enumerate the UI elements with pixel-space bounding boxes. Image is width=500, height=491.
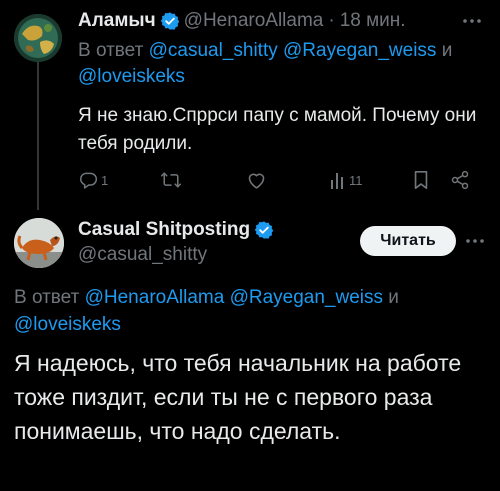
reply-text: Я не знаю.Спррси папу с мамой. Почему он… [78, 105, 477, 154]
reply-button[interactable]: 1 [78, 166, 108, 194]
retweet-button[interactable] [160, 166, 182, 194]
share-icon [450, 170, 470, 190]
mention-link[interactable]: @loveiskeks [78, 66, 185, 87]
mention-link[interactable]: @casual_shitty [149, 40, 278, 61]
reply-to-prefix: В ответ [78, 40, 144, 61]
main-tweet-text: Я надеюсь, что тебя начальник на работе … [14, 350, 462, 444]
reply-to-and: и [441, 40, 453, 61]
mention-link[interactable]: @Rayegan_weiss [230, 287, 383, 308]
like-button[interactable] [246, 166, 267, 194]
like-icon [246, 170, 267, 190]
reply-author-avatar[interactable] [14, 14, 62, 62]
reply-author-name[interactable]: Аламыч [78, 10, 156, 32]
main-author-name[interactable]: Casual Shitposting [78, 219, 250, 241]
share-button[interactable] [450, 166, 470, 194]
bookmark-icon [412, 170, 430, 190]
reply-author-handle[interactable]: @HenaroAllama [184, 10, 324, 32]
reply-icon [78, 170, 98, 190]
verified-badge-icon [160, 11, 180, 31]
views-button[interactable]: 11 [330, 166, 363, 194]
bookmark-button[interactable] [412, 166, 430, 194]
main-author-row: Casual Shitposting [78, 217, 278, 243]
mention-link[interactable]: @HenaroAllama [85, 287, 225, 308]
reply-separator: · [328, 10, 335, 31]
reply-replying-to: В ответ @casual_shitty @Rayegan_weiss и … [78, 38, 488, 90]
main-author-handle[interactable]: @casual_shitty [78, 244, 207, 266]
reply-tweet[interactable]: Аламыч @HenaroAllama · 18 мин. В ответ @… [0, 0, 500, 210]
mention-link[interactable]: @Rayegan_weiss [283, 40, 436, 61]
verified-badge-icon [254, 220, 274, 240]
thread-line [37, 62, 39, 210]
reply-to-prefix: В ответ [14, 287, 80, 308]
views-icon [330, 171, 346, 189]
more-options-icon[interactable] [462, 230, 488, 252]
reply-count: 1 [101, 172, 109, 188]
mention-link[interactable]: @loveiskeks [14, 314, 121, 335]
reply-time[interactable]: 18 мин. [340, 10, 406, 32]
main-author-avatar[interactable] [14, 218, 64, 268]
reply-to-and: и [388, 287, 399, 308]
main-replying-to: В ответ @HenaroAllama @Rayegan_weiss и @… [14, 284, 488, 338]
views-count: 11 [349, 172, 363, 188]
reply-header: Аламыч @HenaroAllama · 18 мин. [78, 8, 406, 34]
follow-button[interactable]: Читать [360, 226, 456, 256]
more-options-icon[interactable] [458, 10, 486, 32]
retweet-icon [160, 170, 182, 190]
reply-action-bar: 1 11 [78, 166, 488, 194]
